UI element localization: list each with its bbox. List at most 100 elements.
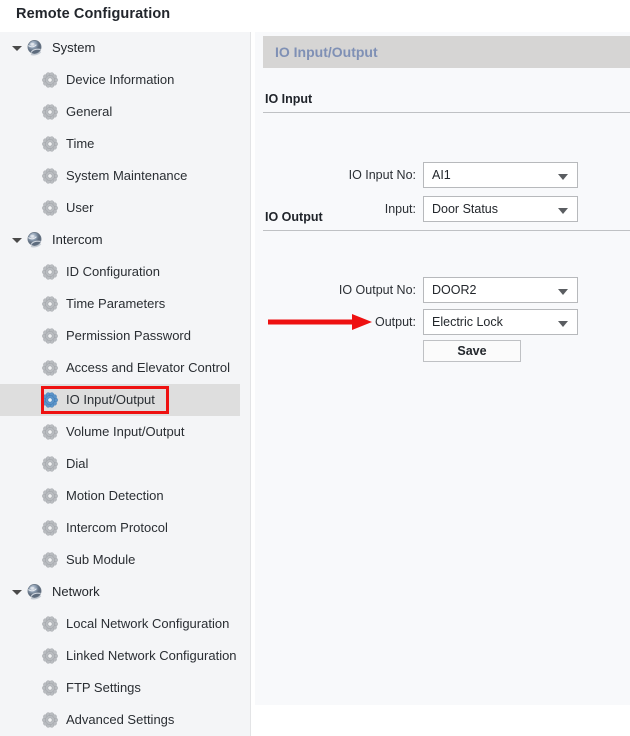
sidebar-item-advanced-settings[interactable]: Advanced Settings	[0, 704, 240, 736]
dropdown-output-value: Electric Lock	[432, 315, 503, 329]
section-io-output: IO Output	[263, 210, 630, 231]
config-tree: System Device Information General Time Syste…	[0, 32, 240, 736]
sidebar-item-label: System Maintenance	[66, 168, 188, 183]
page-title: Remote Configuration	[16, 6, 171, 22]
gear-icon	[42, 680, 58, 696]
sidebar-item-label: Time Parameters	[66, 296, 166, 311]
section-divider-io-input	[263, 112, 630, 113]
tree-group-label: Network	[52, 584, 100, 599]
dropdown-io-input-no-value: AI1	[432, 168, 451, 182]
dropdown-io-output-no[interactable]: DOOR2	[423, 277, 578, 303]
panel-title: IO Input/Output	[275, 44, 378, 60]
gear-icon	[42, 328, 58, 344]
chevron-down-icon	[558, 321, 568, 327]
content-background	[255, 32, 630, 705]
gear-icon	[42, 520, 58, 536]
section-io-input: IO Input	[263, 92, 630, 113]
sidebar-item-label: Local Network Configuration	[66, 616, 230, 631]
sidebar-item-label: ID Configuration	[66, 264, 160, 279]
sidebar-item-label: Linked Network Configuration	[66, 648, 237, 663]
chevron-down-icon	[558, 289, 568, 295]
globe-icon	[26, 39, 44, 57]
gear-icon	[42, 648, 58, 664]
content-pane: IO Input/Output IO Input IO Input No: AI…	[255, 32, 630, 736]
gear-icon	[42, 136, 58, 152]
gear-icon	[42, 200, 58, 216]
chevron-down-icon[interactable]	[10, 41, 24, 55]
chevron-down-icon	[558, 174, 568, 180]
gear-icon	[42, 392, 58, 408]
gear-icon	[42, 72, 58, 88]
panel-header: IO Input/Output	[263, 36, 630, 68]
field-label-output: Output:	[375, 315, 416, 329]
window-titlebar: Remote Configuration	[0, 0, 630, 32]
dropdown-io-input-no[interactable]: AI1	[423, 162, 578, 188]
sidebar-item-dial[interactable]: Dial	[0, 448, 240, 480]
sidebar-item-label: FTP Settings	[66, 680, 141, 695]
field-io-input-no: IO Input No: AI1	[263, 162, 578, 188]
sidebar-item-user[interactable]: User	[0, 192, 240, 224]
sidebar-item-access-and-elevator-control[interactable]: Access and Elevator Control	[0, 352, 240, 384]
sidebar-item-ftp-settings[interactable]: FTP Settings	[0, 672, 240, 704]
sidebar-item-time[interactable]: Time	[0, 128, 240, 160]
sidebar-item-label: Access and Elevator Control	[66, 360, 231, 375]
sidebar-item-label: Sub Module	[66, 552, 136, 567]
tree-group-intercom[interactable]: Intercom	[0, 224, 240, 256]
gear-icon	[42, 488, 58, 504]
section-title-io-output: IO Output	[265, 210, 323, 224]
gear-icon	[42, 712, 58, 728]
gear-icon	[42, 424, 58, 440]
sidebar-item-label: User	[66, 200, 94, 215]
save-button[interactable]: Save	[423, 340, 521, 362]
sidebar-item-permission-password[interactable]: Permission Password	[0, 320, 240, 352]
sidebar-item-local-network-configuration[interactable]: Local Network Configuration	[0, 608, 240, 640]
tree-group-label: Intercom	[52, 232, 103, 247]
field-output: Output: Electric Lock	[263, 309, 578, 335]
sidebar-scrollbar-track[interactable]	[242, 32, 250, 736]
gear-icon	[42, 104, 58, 120]
sidebar-item-sub-module[interactable]: Sub Module	[0, 544, 240, 576]
gear-icon	[42, 616, 58, 632]
sidebar-item-label: Device Information	[66, 72, 175, 87]
sidebar-item-label: Permission Password	[66, 328, 191, 343]
chevron-down-icon[interactable]	[10, 233, 24, 247]
gear-icon	[42, 296, 58, 312]
section-title-io-input: IO Input	[265, 92, 313, 106]
globe-icon	[26, 231, 44, 249]
sidebar-item-motion-detection[interactable]: Motion Detection	[0, 480, 240, 512]
sidebar-item-label: Dial	[66, 456, 89, 471]
sidebar-item-io-input-output[interactable]: IO Input/Output	[0, 384, 240, 416]
tree-group-network[interactable]: Network	[0, 576, 240, 608]
gear-icon	[42, 552, 58, 568]
gear-icon	[42, 360, 58, 376]
sidebar-item-label: Intercom Protocol	[66, 520, 168, 535]
sidebar-item-id-configuration[interactable]: ID Configuration	[0, 256, 240, 288]
dropdown-io-output-no-value: DOOR2	[432, 283, 477, 297]
sidebar-item-label: Motion Detection	[66, 488, 164, 503]
field-label-io-output-no: IO Output No:	[338, 283, 416, 297]
tree-group-label: System	[52, 40, 96, 55]
dropdown-output[interactable]: Electric Lock	[423, 309, 578, 335]
sidebar-item-volume-input-output[interactable]: Volume Input/Output	[0, 416, 240, 448]
gear-icon	[42, 168, 58, 184]
sidebar-item-device-information[interactable]: Device Information	[0, 64, 240, 96]
chevron-down-icon[interactable]	[10, 585, 24, 599]
globe-icon	[26, 583, 44, 601]
sidebar-item-label: Advanced Settings	[66, 712, 175, 727]
sidebar-item-label: General	[66, 104, 113, 119]
sidebar-item-time-parameters[interactable]: Time Parameters	[0, 288, 240, 320]
tree-group-system[interactable]: System	[0, 32, 240, 64]
sidebar-item-general[interactable]: General	[0, 96, 240, 128]
sidebar-item-label: IO Input/Output	[66, 392, 155, 407]
field-io-output-no: IO Output No: DOOR2	[263, 277, 578, 303]
section-divider-io-output	[263, 230, 630, 231]
sidebar-item-label: Volume Input/Output	[66, 424, 185, 439]
sidebar-item-label: Time	[66, 136, 95, 151]
sidebar-item-system-maintenance[interactable]: System Maintenance	[0, 160, 240, 192]
field-label-io-input-no: IO Input No:	[348, 168, 416, 182]
sidebar-item-intercom-protocol[interactable]: Intercom Protocol	[0, 512, 240, 544]
gear-icon	[42, 456, 58, 472]
navigation-sidebar: System Device Information General Time Syste…	[0, 32, 250, 736]
sidebar-item-linked-network-configuration[interactable]: Linked Network Configuration	[0, 640, 240, 672]
gear-icon	[42, 264, 58, 280]
